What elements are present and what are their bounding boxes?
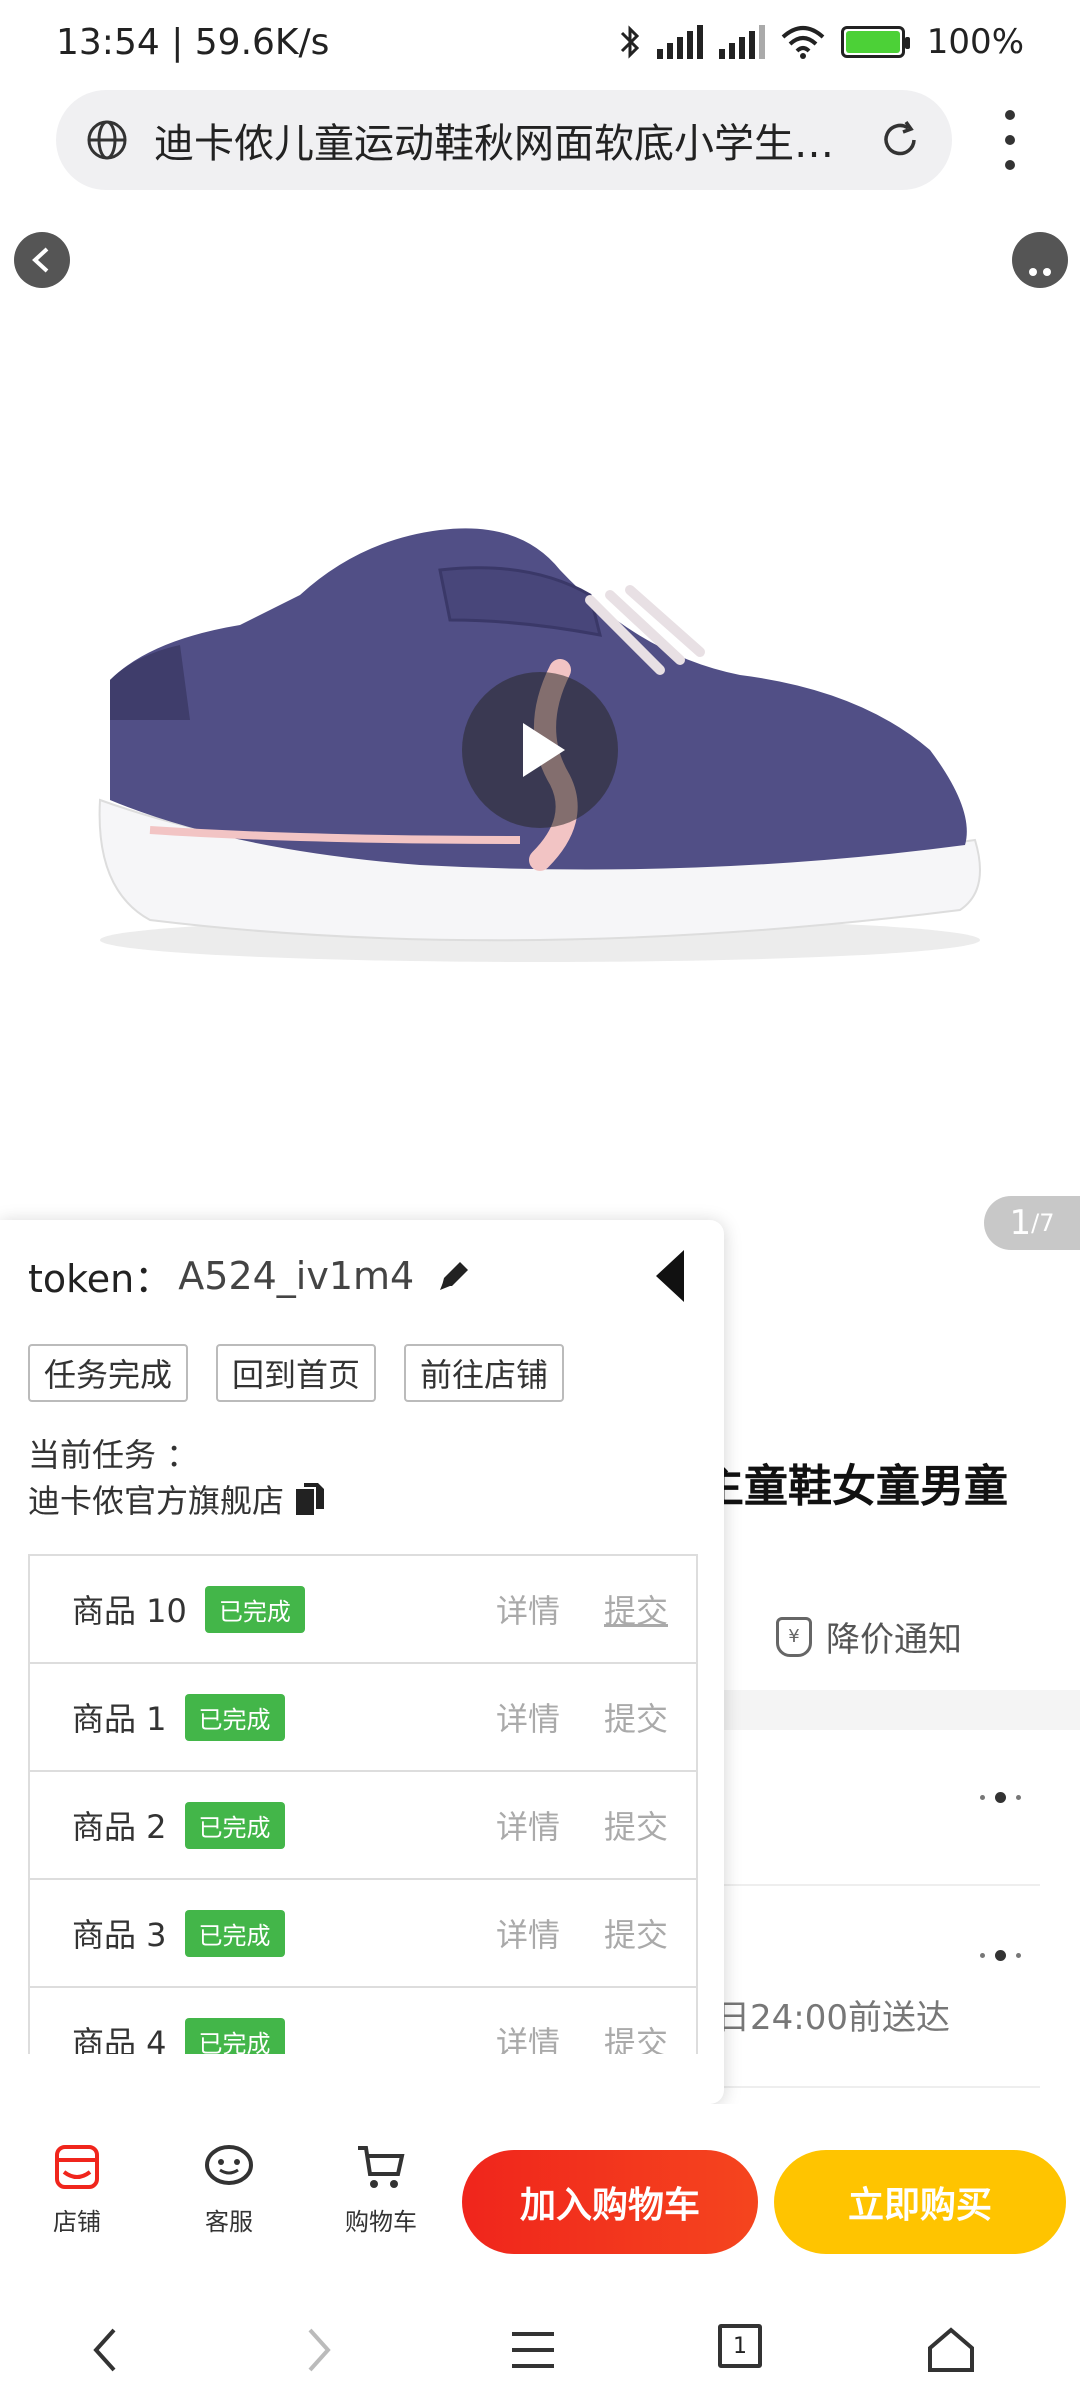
cart-icon: [358, 2146, 405, 2188]
nav-back-icon[interactable]: [86, 2324, 126, 2376]
delivery-info: 日24:00前送达: [716, 1998, 950, 2038]
more-menu-icon[interactable]: [990, 110, 1030, 170]
submit-link[interactable]: 提交: [604, 2018, 668, 2054]
wifi-icon: [781, 26, 825, 59]
buy-now-button[interactable]: 立即购买: [774, 2150, 1066, 2254]
list-item: 商品 2 已完成 详情 提交: [30, 1772, 696, 1880]
globe-icon: [87, 120, 127, 160]
list-item: 商品 3 已完成 详情 提交: [30, 1880, 696, 1988]
list-item: 商品 4 已完成 详情 提交: [30, 1988, 696, 2054]
system-nav-bar: 1: [0, 2300, 1080, 2400]
tab-store[interactable]: 店铺: [22, 2142, 132, 2237]
status-badge: 已完成: [204, 1585, 305, 1633]
add-to-cart-button[interactable]: 加入购物车: [462, 2150, 758, 2254]
status-badge: 已完成: [184, 1693, 285, 1741]
store-icon: [55, 2145, 99, 2189]
play-icon: [523, 723, 565, 777]
play-video-button[interactable]: [462, 672, 618, 828]
detail-link[interactable]: 详情: [496, 2018, 560, 2054]
battery-percent: 100%: [926, 22, 1024, 62]
signal-icon-2: [718, 25, 765, 59]
signal-icon: [656, 25, 703, 59]
list-item: 商品 1 已完成 详情 提交: [30, 1664, 696, 1772]
tab-service-label: 客服: [205, 2208, 253, 2236]
submit-link[interactable]: 提交: [604, 1802, 668, 1848]
current-task-label: 当前任务 ：: [28, 1436, 199, 1474]
divider: [700, 1884, 1040, 1886]
tab-store-label: 店铺: [53, 2208, 101, 2236]
product-title: 主童鞋女童男童: [700, 1461, 1008, 1512]
nav-home-icon[interactable]: [926, 2324, 976, 2376]
reload-icon[interactable]: [878, 118, 922, 162]
bluetooth-icon: [620, 25, 639, 59]
option-dots-icon-2[interactable]: [980, 1950, 1021, 1961]
item-name: 商品 10: [72, 1592, 187, 1630]
task-item-list[interactable]: 商品 10 已完成 详情 提交 商品 1 已完成 详情 提交 商品 2 已完成 …: [28, 1554, 698, 2054]
token-label: token：: [28, 1257, 173, 1301]
token-value: A524_iv1m4: [178, 1253, 415, 1298]
status-badge: 已完成: [184, 1801, 285, 1849]
item-name: 商品 1: [72, 1700, 167, 1738]
submit-link[interactable]: 提交: [604, 1694, 668, 1740]
option-dots-icon[interactable]: [980, 1792, 1021, 1803]
task-complete-button[interactable]: 任务完成: [28, 1344, 189, 1402]
item-name: 商品 2: [72, 1808, 167, 1846]
battery-icon: [840, 26, 910, 58]
back-icon[interactable]: [14, 232, 70, 288]
status-icons: 100%: [619, 22, 1024, 62]
section-divider: [700, 1690, 1080, 1730]
more-icon[interactable]: [1012, 232, 1068, 288]
url-title: 迪卡侬儿童运动鞋秋网面软底小学生…: [154, 121, 834, 167]
price-notice-button[interactable]: ¥ 降价通知: [776, 1612, 962, 1661]
token-row: token： A524_iv1m4: [28, 1248, 474, 1303]
detail-link[interactable]: 详情: [496, 1694, 560, 1740]
tab-cart-label: 购物车: [345, 2208, 417, 2236]
current-task-shop: 迪卡侬官方旗舰店: [28, 1476, 326, 1522]
go-to-store-button[interactable]: 前往店铺: [404, 1344, 565, 1402]
back-home-button[interactable]: 回到首页: [216, 1344, 377, 1402]
nav-forward-icon[interactable]: [298, 2324, 338, 2376]
info-card: [700, 1730, 1080, 2130]
item-name: 商品 4: [72, 2024, 167, 2054]
collapse-panel-icon[interactable]: [656, 1250, 684, 1302]
list-item: 商品 10 已完成 详情 提交: [30, 1556, 696, 1664]
tab-service[interactable]: 客服: [174, 2142, 284, 2237]
url-bar[interactable]: 迪卡侬儿童运动鞋秋网面软底小学生…: [56, 90, 952, 190]
status-badge: 已完成: [184, 1909, 285, 1957]
submit-link[interactable]: 提交: [604, 1586, 668, 1632]
status-bar: 13:54 | 59.6K/s 100%: [0, 0, 1080, 84]
status-badge: 已完成: [184, 2017, 285, 2054]
status-time: 13:54 | 59.6K/s: [56, 21, 330, 63]
copy-icon[interactable]: [294, 1481, 326, 1517]
detail-link[interactable]: 详情: [496, 1802, 560, 1848]
gallery-page-indicator: 1/7: [984, 1196, 1080, 1250]
nav-menu-icon[interactable]: [508, 2324, 558, 2376]
divider-2: [700, 2086, 1040, 2088]
detail-link[interactable]: 详情: [496, 1910, 560, 1956]
chat-icon: [205, 2145, 253, 2185]
tab-cart[interactable]: 购物车: [326, 2142, 436, 2237]
detail-link[interactable]: 详情: [496, 1586, 560, 1632]
price-alert-icon: ¥: [776, 1616, 812, 1657]
panel-actions: 任务完成 回到首页 前往店铺: [28, 1344, 565, 1402]
task-panel: token： A524_iv1m4 任务完成 回到首页 前往店铺 当前任务 ： …: [0, 1220, 724, 2104]
submit-link[interactable]: 提交: [604, 1910, 668, 1956]
edit-icon[interactable]: [434, 1256, 474, 1296]
item-name: 商品 3: [72, 1916, 167, 1954]
nav-tabs-icon[interactable]: 1: [718, 2324, 762, 2368]
